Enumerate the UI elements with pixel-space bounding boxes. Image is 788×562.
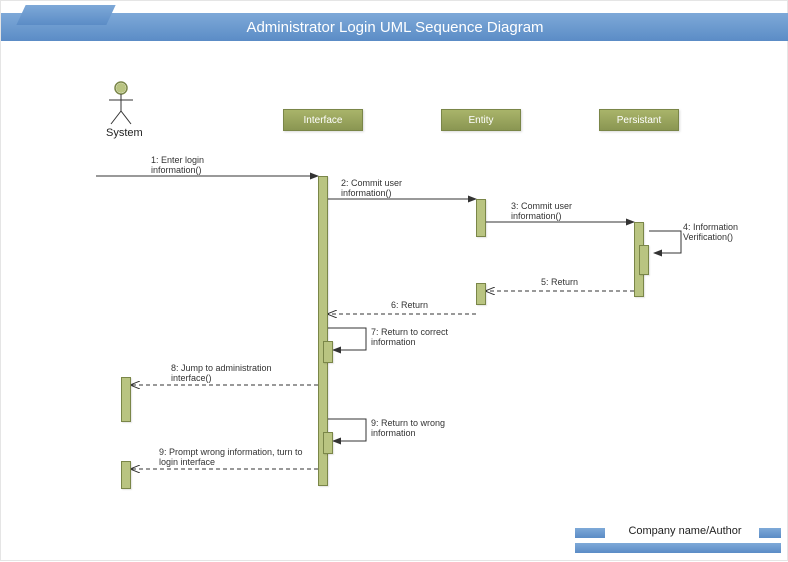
msg-9a: 9: Return to wrong information bbox=[371, 419, 461, 439]
msg-4: 4: Information Verification() bbox=[683, 223, 773, 243]
activation-system-2 bbox=[121, 461, 131, 489]
msg-5: 5: Return bbox=[541, 278, 578, 288]
activation-interface-sub1 bbox=[323, 341, 333, 363]
msg-6: 6: Return bbox=[391, 301, 428, 311]
diagram-canvas: Administrator Login UML Sequence Diagram… bbox=[0, 0, 788, 561]
stick-figure-icon bbox=[106, 81, 136, 125]
msg-9b: 9: Prompt wrong information, turn to log… bbox=[159, 448, 314, 468]
msg-2: 2: Commit user information() bbox=[341, 179, 441, 199]
activation-persistant-sub bbox=[639, 245, 649, 275]
activation-entity-2 bbox=[476, 283, 486, 305]
activation-interface-sub2 bbox=[323, 432, 333, 454]
participant-interface: Interface bbox=[283, 109, 363, 131]
page-title: Administrator Login UML Sequence Diagram bbox=[1, 13, 788, 41]
participant-entity: Entity bbox=[441, 109, 521, 131]
msg-3: 3: Commit user information() bbox=[511, 202, 611, 222]
actor-label: System bbox=[106, 127, 143, 139]
footer-accent-left bbox=[575, 528, 605, 538]
msg-7: 7: Return to correct information bbox=[371, 328, 461, 348]
footer-text: Company name/Author bbox=[615, 525, 755, 537]
footer-underline bbox=[575, 543, 781, 553]
footer-accent-right bbox=[759, 528, 781, 538]
activation-system-1 bbox=[121, 377, 131, 422]
actor-system: System bbox=[106, 81, 143, 139]
participant-persistant: Persistant bbox=[599, 109, 679, 131]
activation-entity-1 bbox=[476, 199, 486, 237]
msg-8: 8: Jump to administration interface() bbox=[171, 364, 311, 384]
msg-1: 1: Enter login information() bbox=[151, 156, 251, 176]
